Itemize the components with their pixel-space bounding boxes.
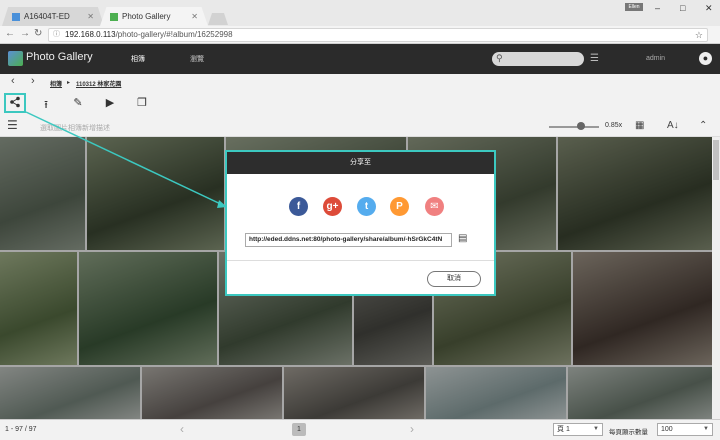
sort-icon[interactable]: A↓ <box>667 120 679 131</box>
app-title: Photo Gallery <box>26 51 93 63</box>
back-icon[interactable]: ← <box>5 28 15 39</box>
dialog-title: 分享至 <box>227 152 494 174</box>
close-icon[interactable]: ✕ <box>87 12 94 21</box>
reload-icon[interactable]: ↻ <box>34 28 42 39</box>
facebook-icon[interactable]: f <box>289 197 308 216</box>
task-list-icon[interactable]: ☰ <box>590 53 599 64</box>
per-page-label: 每頁顯示數量 <box>609 429 648 436</box>
tab-label: Photo Gallery <box>122 12 171 21</box>
collapse-up-icon[interactable]: ⌃ <box>699 120 707 131</box>
google-plus-icon[interactable]: g+ <box>323 197 342 216</box>
prev-page-icon[interactable]: ‹ <box>180 422 184 436</box>
per-page-select[interactable]: 100 ▼ <box>657 423 713 436</box>
zoom-slider-handle[interactable] <box>577 122 585 130</box>
grid-view-icon[interactable]: ▦ <box>635 120 644 131</box>
search-icon: ⚲ <box>496 53 503 63</box>
plurk-icon[interactable]: P <box>390 197 409 216</box>
device-favicon-icon <box>12 12 20 21</box>
zoom-level: 0.85x <box>605 122 623 129</box>
copy-link-icon[interactable]: ▤ <box>458 233 467 244</box>
next-page-icon[interactable]: › <box>410 422 414 436</box>
per-page-value: 100 <box>661 426 673 433</box>
maximize-icon[interactable]: □ <box>680 3 685 13</box>
copy-icon[interactable]: ❐ <box>135 96 149 109</box>
browser-user-chip[interactable]: Ellen <box>625 3 643 11</box>
zoom-slider[interactable] <box>549 126 599 128</box>
info-icon: ⓘ <box>53 31 60 38</box>
bookmark-star-icon[interactable]: ☆ <box>695 29 703 41</box>
upload-icon[interactable]: ⭱ <box>39 96 53 115</box>
item-count: 1 - 97 / 97 <box>5 426 37 433</box>
tab-albums[interactable]: 相簿 <box>131 54 145 64</box>
breadcrumb-separator-icon: ▸ <box>67 80 71 86</box>
page-select-value: 頁 1 <box>557 426 570 433</box>
share-highlight <box>4 93 26 113</box>
dialog-divider <box>227 260 494 261</box>
share-url-field[interactable]: http://eded.ddns.net:80/photo-gallery/sh… <box>245 233 452 247</box>
minimize-icon[interactable]: – <box>655 3 660 13</box>
chevron-down-icon: ▼ <box>703 426 709 432</box>
tab-label: A16404T-ED <box>24 12 70 21</box>
cancel-button[interactable]: 取消 <box>427 271 481 287</box>
url-input[interactable]: ⓘ 192.168.0.113/photo-gallery/#!album/16… <box>48 28 708 42</box>
url-path: /photo-gallery/#!album/16252998 <box>115 30 233 39</box>
browser-tab-photo-gallery[interactable]: Photo Gallery ✕ <box>100 7 208 26</box>
close-window-icon[interactable]: ✕ <box>705 3 713 14</box>
photo-gallery-logo-icon <box>8 51 23 66</box>
email-icon[interactable]: ✉ <box>425 197 444 216</box>
edit-icon[interactable]: ✎ <box>71 96 85 109</box>
scrollbar-thumb[interactable] <box>713 140 719 180</box>
breadcrumb-current[interactable]: 110312 林家花園 <box>76 79 121 88</box>
username-label[interactable]: admin <box>646 55 665 62</box>
forward-icon[interactable]: → <box>20 28 30 39</box>
url-host: 192.168.0.113 <box>65 30 116 39</box>
browser-tab-device[interactable]: A16404T-ED ✕ <box>2 7 104 26</box>
album-description-hint[interactable]: 選取圖片相簿新增描述 <box>40 123 110 133</box>
chevron-down-icon: ▼ <box>593 426 599 432</box>
menu-icon[interactable]: ☰ <box>7 118 18 132</box>
twitter-icon[interactable]: t <box>357 197 376 216</box>
back-arrow-icon[interactable]: ‹ <box>11 75 15 87</box>
breadcrumb-root[interactable]: 相簿 <box>50 79 62 88</box>
page-number-button[interactable]: 1 <box>292 423 306 436</box>
page-select[interactable]: 頁 1 ▼ <box>553 423 603 436</box>
close-icon[interactable]: ✕ <box>191 12 198 21</box>
search-input[interactable]: ⚲ <box>492 52 584 66</box>
forward-arrow-icon[interactable]: › <box>31 75 35 87</box>
user-menu-icon[interactable]: ● <box>699 52 712 65</box>
app-header <box>0 44 720 74</box>
tab-browse[interactable]: 瀏覽 <box>190 54 204 64</box>
photo-gallery-favicon-icon <box>110 12 118 21</box>
slideshow-icon[interactable]: ▶ <box>103 96 117 109</box>
